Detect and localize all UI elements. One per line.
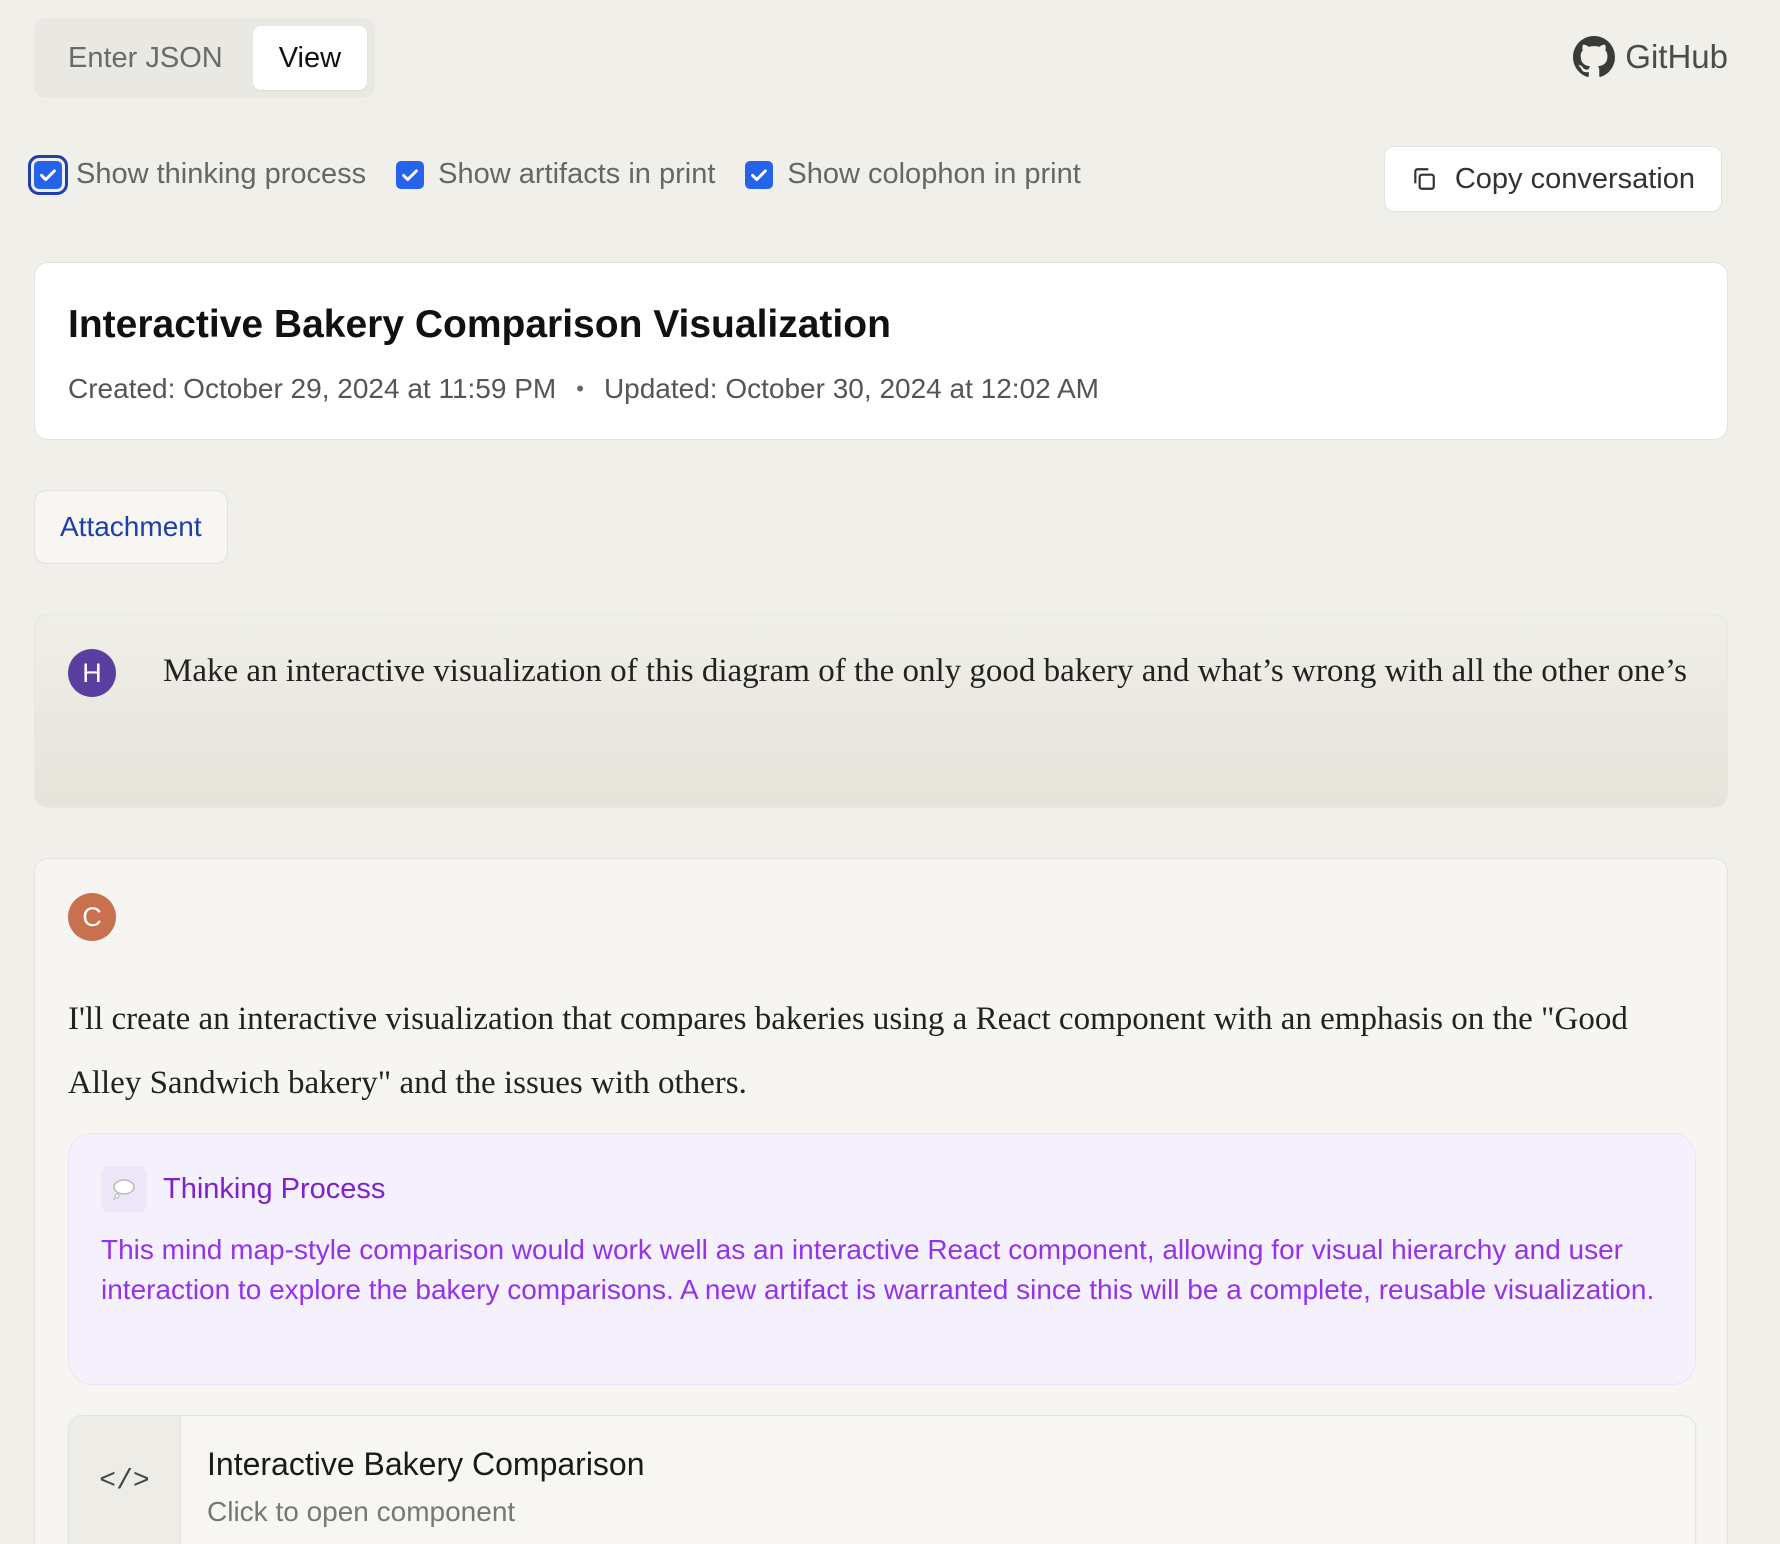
artifact-card[interactable]: </> Interactive Bakery Comparison Click … [68, 1415, 1696, 1544]
human-message-text: Make an interactive visualization of thi… [163, 653, 1688, 689]
checkbox-show-artifacts[interactable] [396, 160, 425, 189]
tab-enter-json[interactable]: Enter JSON [42, 26, 249, 90]
thinking-header: Thinking Process [101, 1166, 1663, 1212]
thinking-process-panel: Thinking Process This mind map-style com… [68, 1133, 1696, 1385]
option-show-thinking[interactable]: Show thinking process [28, 154, 367, 195]
app-page: Enter JSON View GitHub Show thinking pro… [0, 0, 1780, 1544]
assistant-message: C I'll create an interactive visualizati… [34, 858, 1728, 1544]
created-timestamp: Created: October 29, 2024 at 11:59 PM [68, 373, 557, 404]
check-icon [751, 168, 768, 181]
assistant-message-text: I'll create an interactive visualization… [68, 1001, 1628, 1101]
github-label: GitHub [1625, 38, 1728, 75]
conversation-meta: Created: October 29, 2024 at 11:59 PM • … [68, 373, 1694, 405]
check-icon [402, 168, 419, 181]
conversation-header: Interactive Bakery Comparison Visualizat… [34, 262, 1728, 440]
option-show-colophon[interactable]: Show colophon in print [745, 158, 1081, 191]
option-label: Show colophon in print [787, 158, 1081, 190]
updated-timestamp: Updated: October 30, 2024 at 12:02 AM [603, 373, 1099, 404]
copy-conversation-label: Copy conversation [1454, 162, 1695, 195]
human-avatar: H [68, 649, 116, 697]
artifact-title: Interactive Bakery Comparison [207, 1446, 645, 1482]
option-show-artifacts[interactable]: Show artifacts in print [396, 158, 715, 191]
human-message: H Make an interactive visualization of t… [34, 614, 1728, 808]
attachment-button[interactable]: Attachment [34, 490, 228, 564]
assistant-avatar: C [68, 893, 116, 941]
tab-view[interactable]: View [252, 26, 368, 90]
checkbox-show-colophon[interactable] [745, 160, 774, 189]
thinking-body: This mind map-style comparison would wor… [101, 1234, 1655, 1305]
meta-separator: • [576, 376, 584, 401]
thought-bubble-icon [101, 1166, 147, 1212]
code-icon: </> [69, 1416, 181, 1544]
copy-conversation-button[interactable]: Copy conversation [1383, 146, 1722, 212]
option-label: Show thinking process [76, 158, 367, 190]
checkbox-show-thinking[interactable] [28, 154, 68, 195]
page-title: Interactive Bakery Comparison Visualizat… [68, 303, 891, 346]
copy-icon [1414, 168, 1435, 190]
github-icon [1573, 36, 1616, 77]
mode-switch: Enter JSON View [34, 18, 376, 98]
check-icon [40, 168, 56, 181]
option-label: Show artifacts in print [438, 158, 716, 190]
github-link[interactable]: GitHub [1573, 36, 1728, 78]
options-row: Show thinking process Show artifacts in … [28, 154, 1081, 195]
thinking-title: Thinking Process [163, 1172, 386, 1205]
artifact-subtitle: Click to open component [207, 1496, 516, 1527]
